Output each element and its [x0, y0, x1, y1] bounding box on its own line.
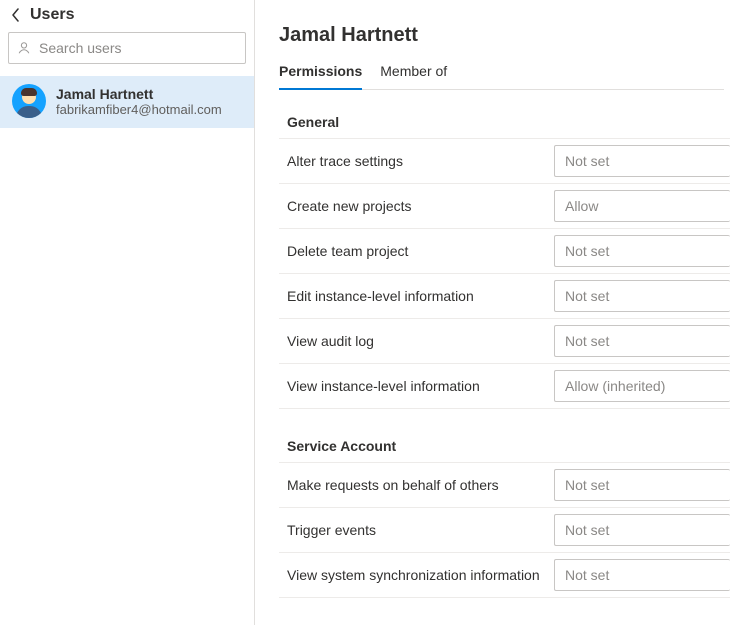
- permission-select[interactable]: Not set: [554, 559, 730, 591]
- permission-select[interactable]: Not set: [554, 469, 730, 501]
- permission-label: Edit instance-level information: [287, 288, 474, 304]
- search-input[interactable]: [39, 40, 237, 56]
- search-box[interactable]: [8, 32, 246, 64]
- search-wrap: [0, 32, 254, 76]
- permission-row: Alter trace settings Not set: [279, 138, 730, 183]
- permission-row: Delete team project Not set: [279, 228, 730, 273]
- permission-row: Edit instance-level information Not set: [279, 273, 730, 318]
- permission-label: Delete team project: [287, 243, 408, 259]
- user-email: fabrikamfiber4@hotmail.com: [56, 102, 222, 117]
- group-divider: [279, 408, 730, 432]
- permission-row: Trigger events Not set: [279, 507, 730, 552]
- group-title: General: [279, 108, 730, 138]
- permission-row: Make requests on behalf of others Not set: [279, 462, 730, 507]
- permission-label: View instance-level information: [287, 378, 480, 394]
- group-title: Service Account: [279, 432, 730, 462]
- permission-select[interactable]: Not set: [554, 145, 730, 177]
- main-panel: Jamal Hartnett Permissions Member of Gen…: [255, 0, 730, 625]
- permission-label: Alter trace settings: [287, 153, 403, 169]
- permission-row: View system synchronization information N…: [279, 552, 730, 597]
- user-meta: Jamal Hartnett fabrikamfiber4@hotmail.co…: [56, 86, 222, 117]
- permission-select[interactable]: Not set: [554, 280, 730, 312]
- tab-member-of[interactable]: Member of: [380, 63, 447, 89]
- permission-row: Create new projects Allow: [279, 183, 730, 228]
- sidebar: Users Jamal Hartnett fabrikamfiber4@hotm…: [0, 0, 255, 625]
- permission-label: Make requests on behalf of others: [287, 477, 499, 493]
- group-title: Boards: [279, 621, 730, 625]
- user-name: Jamal Hartnett: [56, 86, 222, 102]
- app-root: Users Jamal Hartnett fabrikamfiber4@hotm…: [0, 0, 730, 625]
- back-icon[interactable]: [8, 7, 24, 23]
- permission-label: View audit log: [287, 333, 374, 349]
- permission-label: Trigger events: [287, 522, 376, 538]
- user-row-jamal[interactable]: Jamal Hartnett fabrikamfiber4@hotmail.co…: [0, 76, 254, 128]
- permission-select[interactable]: Allow: [554, 190, 730, 222]
- sidebar-header: Users: [0, 0, 254, 32]
- permission-row: View audit log Not set: [279, 318, 730, 363]
- permission-row: View instance-level information Allow (in…: [279, 363, 730, 408]
- permission-select[interactable]: Not set: [554, 235, 730, 267]
- sidebar-title: Users: [30, 6, 74, 24]
- permission-label: View system synchronization information: [287, 567, 540, 583]
- permission-select[interactable]: Allow (inherited): [554, 370, 730, 402]
- group-divider: [279, 597, 730, 621]
- permission-select[interactable]: Not set: [554, 514, 730, 546]
- permissions-list[interactable]: General Alter trace settings Not set Create…: [279, 108, 730, 625]
- permission-select[interactable]: Not set: [554, 325, 730, 357]
- permission-label: Create new projects: [287, 198, 412, 214]
- tab-bar: Permissions Member of: [279, 63, 724, 90]
- avatar: [12, 84, 46, 118]
- page-title: Jamal Hartnett: [279, 24, 730, 47]
- user-icon: [17, 41, 31, 55]
- tab-permissions[interactable]: Permissions: [279, 63, 362, 89]
